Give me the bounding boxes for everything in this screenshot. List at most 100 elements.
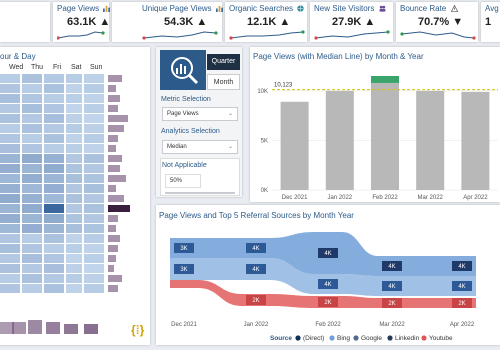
heatmap-cell[interactable] [66, 144, 82, 153]
heatmap-cell[interactable] [0, 164, 20, 173]
heatmap-cell[interactable] [66, 254, 82, 263]
legend-marker[interactable] [353, 335, 359, 341]
hour-total-bar[interactable] [108, 205, 130, 212]
heatmap-cell[interactable] [44, 74, 64, 83]
heatmap-cell[interactable] [66, 234, 82, 243]
heatmap-cell[interactable] [0, 184, 20, 193]
heatmap-cell[interactable] [0, 274, 20, 283]
day-total-bar[interactable] [46, 322, 60, 334]
heatmap-cell[interactable] [44, 204, 64, 213]
heatmap-cell[interactable] [84, 134, 104, 143]
heatmap-cell[interactable] [0, 124, 20, 133]
heatmap-cell[interactable] [0, 234, 20, 243]
heatmap-cell[interactable] [0, 174, 20, 183]
heatmap-cell[interactable] [84, 204, 104, 213]
heatmap-cell[interactable] [0, 244, 20, 253]
heatmap-cell[interactable] [66, 84, 82, 93]
hour-total-bar[interactable] [108, 125, 124, 132]
heatmap-cell[interactable] [44, 244, 64, 253]
bar-chart-plot[interactable]: 0K 5K 10K Dec 2021 Jan 2022 Feb 2022 Mar 2022 A… [250, 62, 500, 202]
flow-chart-plot[interactable]: 3K 3K 4K 4K 2K 4K 4K 2K 4K 4K 2K 4K 4K 2K Dec 2021 Jan … [156, 222, 500, 345]
bar[interactable] [416, 90, 445, 190]
day-total-bar[interactable] [64, 324, 78, 334]
heatmap-cell[interactable] [22, 244, 42, 253]
heatmap-cell[interactable] [66, 184, 82, 193]
heatmap-cell[interactable] [84, 244, 104, 253]
heatmap-cell[interactable] [22, 134, 42, 143]
hour-total-bar[interactable] [108, 145, 116, 152]
bar[interactable] [370, 82, 400, 190]
heatmap-cell[interactable] [22, 234, 42, 243]
heatmap-cell[interactable] [44, 124, 64, 133]
legend-label[interactable]: Google [361, 335, 382, 342]
hour-total-bar[interactable] [108, 135, 118, 142]
hour-total-bar[interactable] [108, 235, 120, 242]
heatmap-cell[interactable] [22, 114, 42, 123]
heatmap-cell[interactable] [66, 174, 82, 183]
heatmap-cell[interactable] [66, 274, 82, 283]
day-total-bar[interactable] [12, 322, 26, 334]
heatmap-cell[interactable] [66, 124, 82, 133]
heatmap-cell[interactable] [84, 264, 104, 273]
heatmap-cell[interactable] [84, 254, 104, 263]
heatmap-cell[interactable] [66, 74, 82, 83]
legend-label[interactable]: Bing [337, 335, 350, 342]
hour-total-bar[interactable] [108, 195, 124, 202]
hour-total-bar[interactable] [108, 95, 120, 102]
heatmap-cell[interactable] [22, 194, 42, 203]
heatmap-cell[interactable] [66, 244, 82, 253]
heatmap-cell[interactable] [0, 84, 20, 93]
kpi-card-organic-searches[interactable]: Organic Searches 12.1K ▲ [225, 2, 307, 42]
legend-label[interactable]: Linkedin [395, 335, 420, 342]
heatmap-cell[interactable] [22, 224, 42, 233]
heatmap-cell[interactable] [0, 94, 20, 103]
heatmap-cell[interactable] [44, 164, 64, 173]
hour-total-bar[interactable] [108, 285, 118, 292]
heatmap-cell[interactable] [84, 284, 104, 293]
heatmap-cell[interactable] [44, 94, 64, 103]
heatmap-cell[interactable] [66, 204, 82, 213]
heatmap-cell[interactable] [66, 104, 82, 113]
heatmap-cell[interactable] [44, 284, 64, 293]
bar[interactable] [280, 101, 309, 190]
hour-total-bar[interactable] [108, 215, 118, 222]
kpi-card-avg-session[interactable]: Avg S 1 [481, 2, 500, 42]
heatmap-cell[interactable] [22, 184, 42, 193]
bar-above-median[interactable] [370, 76, 400, 83]
heatmap-cell[interactable] [0, 194, 20, 203]
heatmap-cell[interactable] [0, 254, 20, 263]
legend-label[interactable]: (Direct) [303, 335, 324, 342]
heatmap-cell[interactable] [22, 274, 42, 283]
heatmap-cell[interactable] [0, 264, 20, 273]
metric-dropdown[interactable]: Page Views ⌄ [162, 107, 238, 121]
heatmap-cell[interactable] [22, 204, 42, 213]
heatmap-cell[interactable] [84, 84, 104, 93]
heatmap-cell[interactable] [44, 214, 64, 223]
heatmap-cell[interactable] [22, 254, 42, 263]
heatmap-cell[interactable] [66, 164, 82, 173]
kpi-card-unique-page-views[interactable]: Unique Page Views 54.3K ▲ [112, 2, 223, 42]
heatmap-cell[interactable] [66, 214, 82, 223]
legend-marker[interactable] [421, 335, 427, 341]
heatmap-cell[interactable] [22, 214, 42, 223]
day-total-bar[interactable] [28, 320, 42, 334]
heatmap-cell[interactable] [22, 124, 42, 133]
heatmap-cell[interactable] [84, 194, 104, 203]
heatmap-cell[interactable] [84, 114, 104, 123]
heatmap-cell[interactable] [44, 144, 64, 153]
legend-label[interactable]: Youtube [429, 335, 453, 342]
heatmap-cell[interactable] [0, 154, 20, 163]
heatmap-cell[interactable] [22, 284, 42, 293]
heatmap-cell[interactable] [84, 164, 104, 173]
heatmap-cell[interactable] [66, 194, 82, 203]
heatmap-cell[interactable] [44, 184, 64, 193]
heatmap-grid[interactable] [0, 74, 150, 314]
hour-total-bar[interactable] [108, 155, 122, 162]
heatmap-cell[interactable] [44, 254, 64, 263]
heatmap-cell[interactable] [22, 164, 42, 173]
heatmap-cell[interactable] [66, 134, 82, 143]
hour-total-bar[interactable] [108, 225, 116, 232]
legend-marker[interactable] [387, 335, 393, 341]
heatmap-cell[interactable] [0, 224, 20, 233]
heatmap-cell[interactable] [44, 234, 64, 243]
